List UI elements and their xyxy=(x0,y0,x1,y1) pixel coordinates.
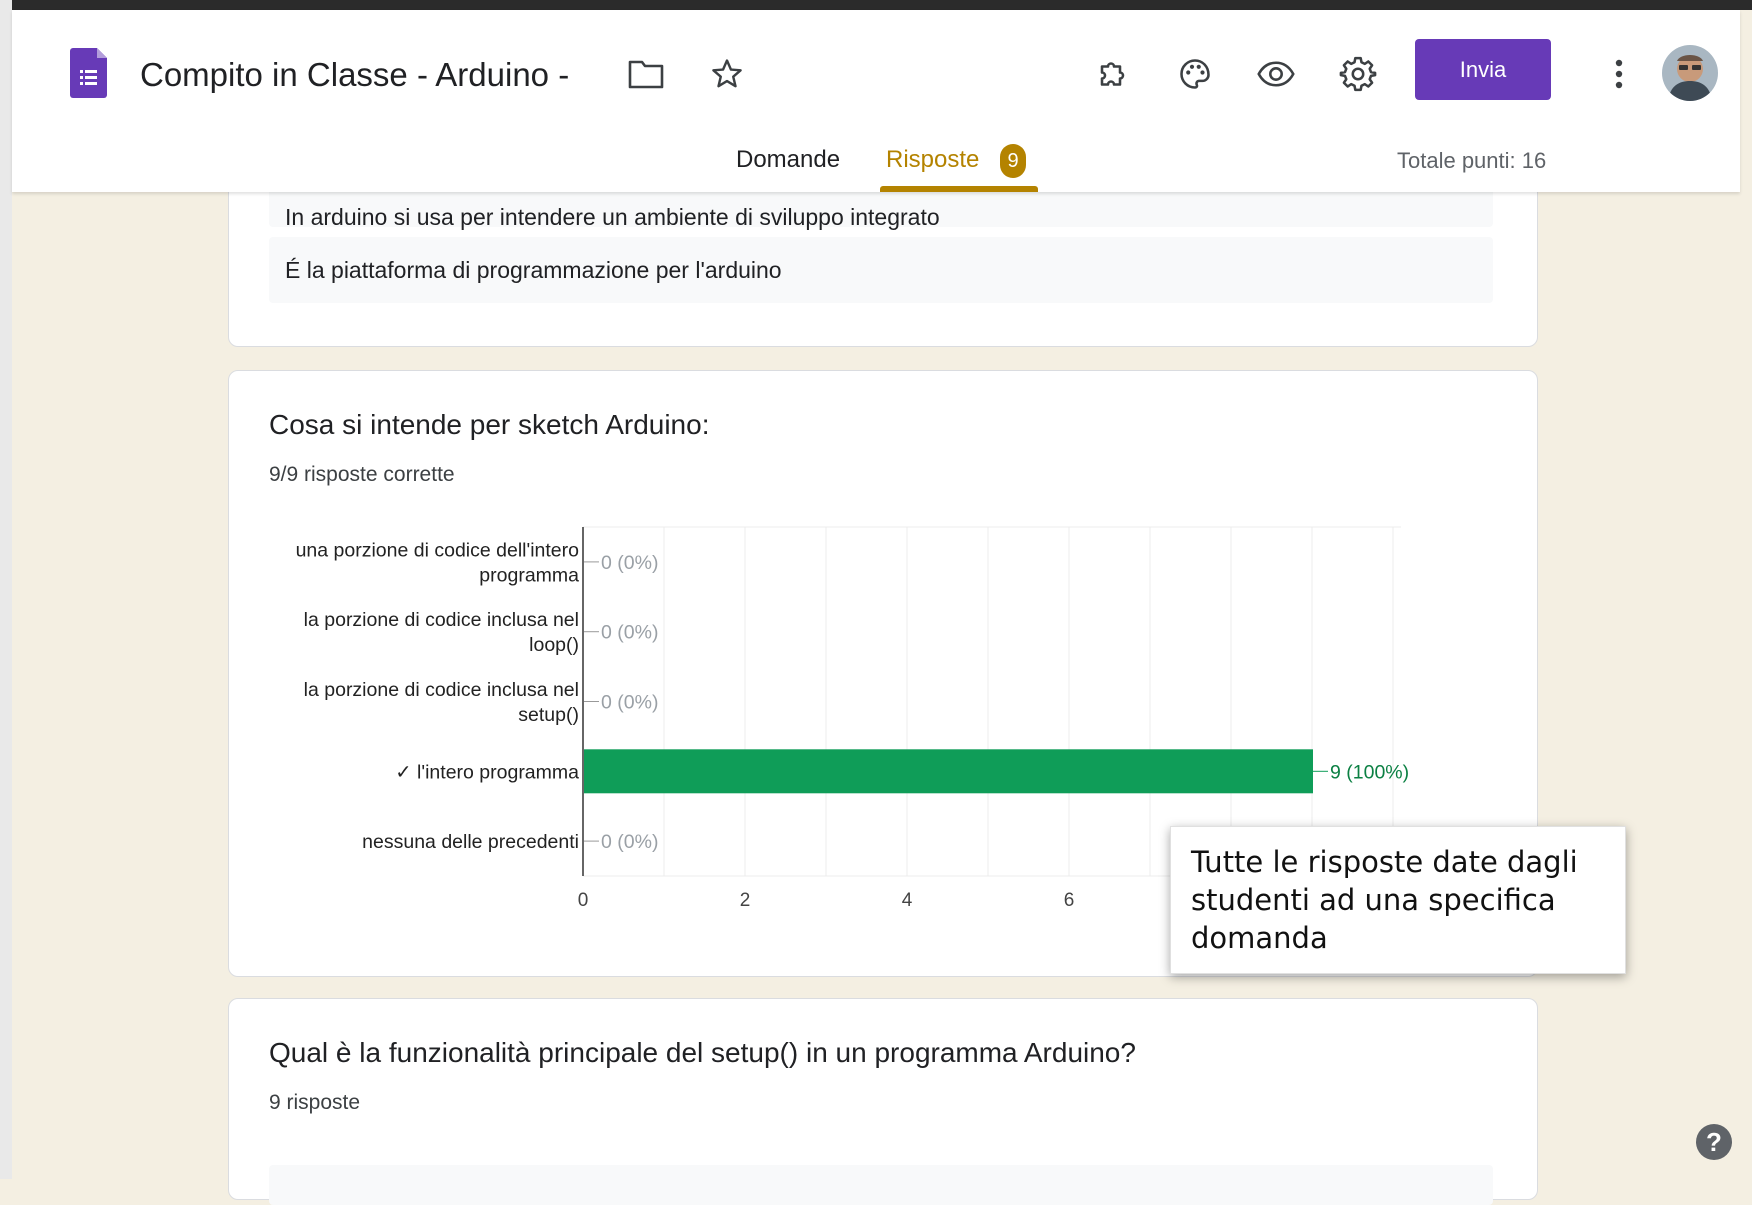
form-title[interactable]: Compito in Classe - Arduino - xyxy=(140,56,569,94)
answer-row: É la piattaforma di programmazione per l… xyxy=(269,237,1493,303)
x-tick-label: 4 xyxy=(902,890,913,911)
total-points: Totale punti: 16 xyxy=(1397,148,1547,173)
responses-count: 9 risposte xyxy=(269,1091,361,1114)
preview-icon[interactable] xyxy=(1254,52,1298,96)
x-tick-label: 6 xyxy=(1064,890,1075,911)
category-label: la porzione di codice inclusa nel xyxy=(304,609,579,631)
category-label: la porzione di codice inclusa nel xyxy=(304,679,579,701)
x-tick-label: 0 xyxy=(578,890,589,911)
bar xyxy=(584,749,1313,794)
forms-doc-icon[interactable] xyxy=(70,48,110,98)
category-label: setup() xyxy=(518,704,579,726)
tab-domande[interactable]: Domande xyxy=(736,146,840,174)
forms-header: Compito in Classe - Arduino - Invia Doma… xyxy=(12,10,1740,192)
annotation-callout: Tutte le risposte date dagli studenti ad… xyxy=(1170,826,1626,974)
responses-count-badge: 9 xyxy=(1000,144,1026,178)
window-top-border xyxy=(0,0,1752,10)
tab-risposte[interactable]: Risposte xyxy=(886,146,979,174)
active-tab-indicator xyxy=(880,186,1038,192)
category-label: programma xyxy=(479,564,579,586)
data-label: 0 (0%) xyxy=(601,692,658,714)
settings-icon[interactable] xyxy=(1336,52,1380,96)
category-label: ✓ l'intero programma xyxy=(395,761,579,783)
answer-row xyxy=(269,1165,1493,1205)
category-label: nessuna delle precedenti xyxy=(362,831,579,853)
folder-icon[interactable] xyxy=(624,52,668,96)
more-icon[interactable] xyxy=(1597,52,1641,96)
category-label: loop() xyxy=(529,634,579,656)
avatar[interactable] xyxy=(1662,45,1718,101)
window-left-border xyxy=(0,0,12,1179)
question-title: Qual è la funzionalità principale del se… xyxy=(269,1037,1136,1068)
help-icon[interactable]: ? xyxy=(1696,1124,1732,1160)
data-label: 9 (100%) xyxy=(1330,761,1409,783)
star-icon[interactable] xyxy=(705,52,749,96)
category-label: una porzione di codice dell'intero xyxy=(296,539,580,561)
send-button[interactable]: Invia xyxy=(1415,39,1551,100)
x-tick-label: 2 xyxy=(740,890,751,911)
data-label: 0 (0%) xyxy=(601,622,658,644)
question-card-setup: Qual è la funzionalità principale del se… xyxy=(228,998,1538,1205)
palette-icon[interactable] xyxy=(1173,52,1217,96)
data-label: 0 (0%) xyxy=(601,831,658,853)
addon-icon[interactable] xyxy=(1092,52,1136,96)
data-label: 0 (0%) xyxy=(601,552,658,574)
